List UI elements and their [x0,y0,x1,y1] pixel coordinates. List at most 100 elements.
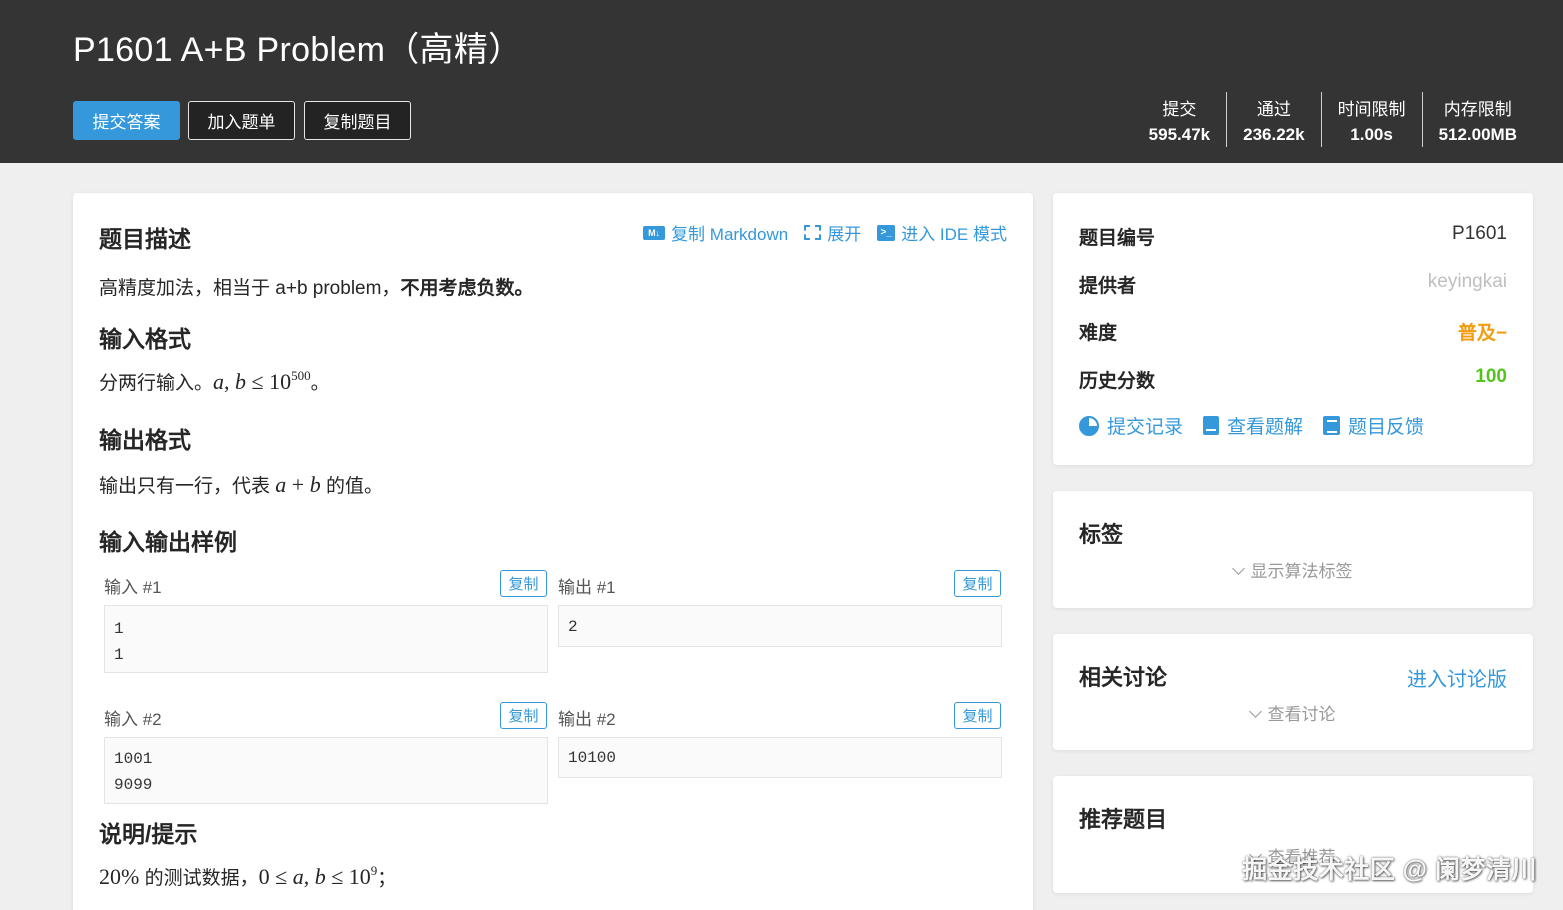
info-label: 难度 [1079,323,1118,344]
problem-id-value: P1601 [1452,223,1507,244]
stat-submissions: 提交 595.47k [1133,92,1226,147]
problem-content-card: 题目描述 M↓ 复制 Markdown 展开 >_ 进入 IDE 模式 高精度加… [73,193,1033,910]
code-line: 1 [114,646,124,664]
sample-output-label: 输出 #2 [558,710,616,729]
copy-sample-input-button[interactable]: 复制 [500,702,547,729]
expand-icon [804,225,822,240]
math-sep: , [224,369,236,394]
chevron-down-icon [1248,705,1262,718]
output-format-prefix: 输出只有一行，代表 [99,476,276,497]
expand-link[interactable]: 展开 [804,220,861,245]
info-links: 提交记录 查看题解 题目反馈 [1079,412,1424,439]
code-line: 9099 [114,776,153,794]
content-toolbar: M↓ 复制 Markdown 展开 >_ 进入 IDE 模式 [643,220,1007,245]
description-bold: 不用考虑负数。 [400,278,534,299]
recommend-title: 推荐题目 [1079,807,1168,832]
math-leq: ≤ [246,369,270,394]
score-value: 100 [1475,366,1507,387]
info-label: 历史分数 [1079,371,1156,392]
markdown-icon: M↓ [643,225,666,240]
view-solutions-link[interactable]: 查看题解 [1203,412,1303,439]
hint-percent: 20% [99,864,139,889]
discussion-title: 相关讨论 [1079,665,1168,690]
list-icon [1323,416,1341,435]
problem-header: P1601 A+B Problem（高精） 提交答案 加入题单 复制题目 提交 … [0,0,1563,163]
code-line: 2 [568,618,578,636]
problem-stats: 提交 595.47k 通过 236.22k 时间限制 1.00s 内存限制 51… [1133,92,1533,147]
enter-discussion-link[interactable]: 进入讨论版 [1407,663,1507,692]
output-format-suffix: 的值。 [320,476,383,497]
description-text: 高精度加法，相当于 a+b problem，不用考虑负数。 [99,273,533,300]
math-var-b: b [309,472,321,497]
output-format-text: 输出只有一行，代表 a + b 的值。 [99,471,383,498]
input-format-heading: 输入格式 [99,326,191,352]
provider-link[interactable]: keyingkai [1428,271,1507,298]
math-base: 10 [269,369,292,394]
chevron-down-icon [1231,562,1245,575]
sample-input-label: 输入 #2 [104,710,162,729]
math-base: 10 [348,864,371,889]
code-line: 1001 [114,750,153,768]
submit-button[interactable]: 提交答案 [73,101,180,140]
stat-value: 595.47k [1148,124,1211,144]
stat-label: 时间限制 [1337,99,1406,119]
stat-value: 512.00MB [1438,124,1517,144]
hint-heading: 说明/提示 [99,821,198,847]
show-discussion-toggle[interactable]: 查看讨论 [1053,700,1533,725]
copy-markdown-link[interactable]: M↓ 复制 Markdown [643,220,788,245]
copy-problem-button[interactable]: 复制题目 [304,101,411,140]
problem-info-card: 题目编号 P1601 提供者 keyingkai 难度 普及− 历史分数 100… [1053,193,1533,465]
copy-sample-output-button[interactable]: 复制 [954,570,1001,597]
description-plain: 高精度加法，相当于 a+b problem， [99,278,401,299]
problem-title: P1601 A+B Problem（高精） [73,31,523,69]
link-label: 查看题解 [1227,417,1304,438]
expand-label: 展开 [827,225,862,244]
toggle-label: 显示算法标签 [1250,562,1353,581]
sample-output-box[interactable]: 2 [558,605,1002,647]
stat-label: 内存限制 [1443,99,1512,119]
problem-feedback-link[interactable]: 题目反馈 [1323,412,1424,439]
math-var-a: a [213,369,225,394]
link-label: 提交记录 [1107,417,1184,438]
hint-plain: 的测试数据， [139,868,259,889]
samples-heading: 输入输出样例 [99,529,237,555]
input-format-suffix: 。 [310,373,330,394]
output-format-math: a + b [275,472,320,497]
terminal-icon: >_ [877,224,896,241]
submission-records-link[interactable]: 提交记录 [1079,412,1183,439]
sample-input-box[interactable]: 1 1 [104,605,548,673]
book-icon [1203,416,1220,435]
hint-text: 20% 的测试数据，0 ≤ a, b ≤ 109； [99,863,396,890]
math-zero: 0 [258,864,270,889]
math-leq: ≤ [325,864,349,889]
stat-label: 通过 [1256,99,1291,119]
info-row-id: 题目编号 P1601 [1079,223,1507,250]
math-exponent: 500 [291,368,311,383]
sample-input-box[interactable]: 1001 9099 [104,737,548,804]
stat-value: 1.00s [1350,124,1393,144]
watermark: 掘金技术社区 @ 阑梦清川 [1242,856,1537,884]
input-format-math: a, b ≤ 10500 [213,368,311,394]
math-percent: 20% [99,864,140,889]
input-format-text: 分两行输入。a, b ≤ 10500。 [99,368,330,395]
tags-title: 标签 [1079,522,1124,547]
sample-output-box[interactable]: 10100 [558,737,1002,778]
ide-mode-label: 进入 IDE 模式 [901,225,1007,244]
math-var-b: b [314,864,326,889]
add-to-list-button[interactable]: 加入题单 [188,101,295,140]
ide-mode-link[interactable]: >_ 进入 IDE 模式 [877,220,1007,245]
math-var-b: b [235,369,247,394]
copy-markdown-label: 复制 Markdown [671,225,789,244]
info-row-provider: 提供者 keyingkai [1079,271,1507,298]
toggle-label: 查看讨论 [1267,705,1336,724]
stat-accepted: 通过 236.22k [1226,92,1320,147]
difficulty-value: 普及− [1457,323,1507,344]
info-row-difficulty: 难度 普及− [1079,318,1507,345]
input-format-prefix: 分两行输入。 [99,373,214,394]
copy-sample-input-button[interactable]: 复制 [500,570,547,597]
sample-output-label: 输出 #1 [558,578,616,597]
pie-chart-icon [1079,415,1099,436]
output-format-heading: 输出格式 [99,427,191,453]
copy-sample-output-button[interactable]: 复制 [954,702,1001,729]
show-tags-toggle[interactable]: 显示算法标签 [1053,557,1533,582]
